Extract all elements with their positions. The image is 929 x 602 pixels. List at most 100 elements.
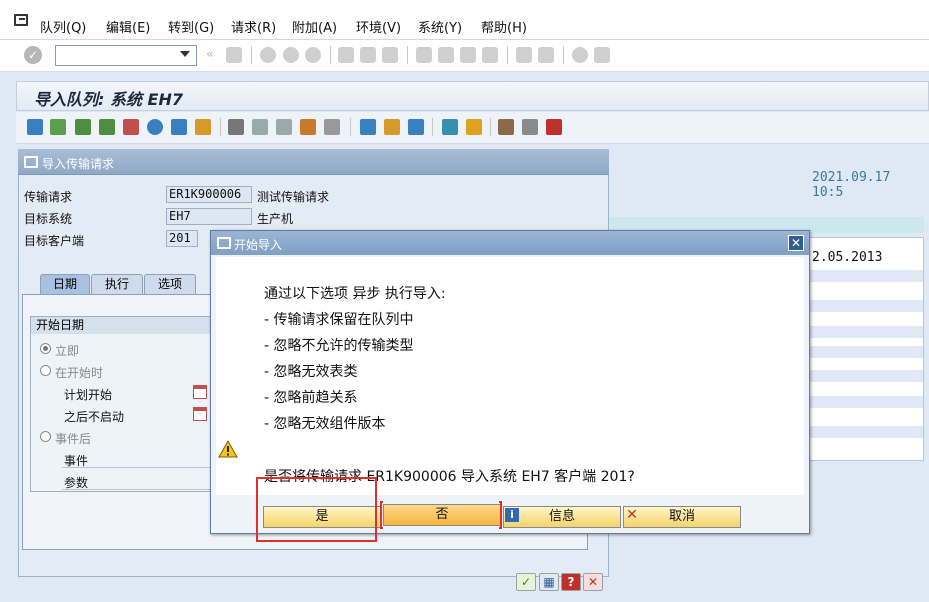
divider bbox=[350, 118, 351, 136]
dialog-line: - 传输请求保留在队列中 bbox=[264, 312, 414, 328]
chevron-down-icon[interactable] bbox=[180, 51, 190, 57]
window-icon bbox=[24, 156, 38, 168]
schedule-button-icon[interactable]: ▦ bbox=[539, 573, 559, 591]
print-icon[interactable] bbox=[338, 47, 354, 63]
target-client-field[interactable]: 201 bbox=[166, 230, 198, 247]
info-button[interactable]: 信息 bbox=[503, 506, 621, 528]
menu-edit[interactable]: 编辑(E) bbox=[106, 17, 150, 36]
users-icon[interactable] bbox=[324, 119, 340, 135]
cancel-icon[interactable] bbox=[305, 47, 321, 63]
menu-environment[interactable]: 环境(V) bbox=[356, 17, 401, 36]
page-title: 导入队列: 系统 EH7 bbox=[34, 90, 183, 109]
command-field[interactable] bbox=[55, 45, 197, 66]
list-row-date: 2.05.2013 bbox=[812, 250, 883, 265]
dialog-line: - 忽略无效组件版本 bbox=[264, 416, 386, 432]
option-after-event: 事件后 bbox=[55, 432, 92, 446]
warning-icon bbox=[218, 440, 238, 458]
field-label-request: 传输请求 bbox=[24, 190, 73, 204]
last-page-icon[interactable] bbox=[482, 47, 498, 63]
monitor-icon[interactable] bbox=[442, 119, 458, 135]
dialog-close-icon[interactable]: ✕ bbox=[788, 235, 804, 251]
group-icon[interactable] bbox=[300, 119, 316, 135]
book-icon[interactable] bbox=[498, 119, 514, 135]
back-icon[interactable] bbox=[260, 47, 276, 63]
question-icon[interactable] bbox=[546, 119, 562, 135]
next-page-icon[interactable] bbox=[460, 47, 476, 63]
divider bbox=[220, 118, 221, 136]
document-icon[interactable] bbox=[252, 119, 268, 135]
menu-request[interactable]: 请求(R) bbox=[231, 17, 276, 36]
calendar-icon[interactable] bbox=[193, 385, 207, 399]
truck-icon[interactable] bbox=[384, 119, 400, 135]
cancel-button[interactable]: 取消 bbox=[623, 506, 741, 528]
help-icon[interactable] bbox=[572, 47, 588, 63]
request-description: 测试传输请求 bbox=[257, 190, 330, 204]
option-at-start: 在开始时 bbox=[55, 366, 104, 380]
list-icon[interactable] bbox=[522, 119, 538, 135]
dialog-line: - 忽略前趋关系 bbox=[264, 390, 358, 406]
doc-list-icon[interactable] bbox=[276, 119, 292, 135]
previous-page-icon[interactable] bbox=[438, 47, 454, 63]
enter-icon[interactable]: ✓ bbox=[24, 46, 42, 64]
window-menu-icon[interactable] bbox=[14, 14, 28, 26]
close-icon[interactable]: ✕ bbox=[583, 573, 603, 591]
double-chevron-icon: « bbox=[206, 47, 214, 62]
option-planned-start: 计划开始 bbox=[64, 388, 113, 402]
info-icon: i bbox=[505, 508, 519, 522]
find-icon[interactable] bbox=[360, 47, 376, 63]
option-immediately: 立即 bbox=[55, 344, 80, 358]
search-icon[interactable] bbox=[147, 119, 163, 135]
divider bbox=[62, 489, 212, 490]
lock-icon[interactable] bbox=[360, 119, 376, 135]
layout-icon[interactable] bbox=[594, 47, 610, 63]
target-system-field[interactable]: EH7 bbox=[166, 208, 252, 225]
group-title: 开始日期 bbox=[31, 317, 219, 334]
schedule-icon[interactable] bbox=[466, 119, 482, 135]
focus-bracket-left bbox=[380, 501, 383, 529]
window-icon bbox=[217, 237, 231, 249]
filter-icon[interactable] bbox=[171, 119, 187, 135]
radio-after-event[interactable] bbox=[40, 431, 51, 442]
transport-icon[interactable] bbox=[408, 119, 424, 135]
sort-asc-icon[interactable] bbox=[75, 119, 91, 135]
divider bbox=[432, 118, 433, 136]
next-icon[interactable] bbox=[50, 119, 66, 135]
refresh-icon[interactable] bbox=[27, 119, 43, 135]
highlight-box bbox=[256, 477, 377, 542]
divider bbox=[407, 46, 408, 64]
confirm-icon[interactable]: ✓ bbox=[516, 573, 536, 591]
help-button-icon[interactable]: ? bbox=[561, 573, 581, 591]
new-session-icon[interactable] bbox=[516, 47, 532, 63]
tab-execute[interactable]: 执行 bbox=[91, 274, 143, 294]
dialog-line: - 忽略无效表类 bbox=[264, 364, 358, 380]
dialog-title: 开始导入 bbox=[234, 238, 283, 252]
sort-desc-icon[interactable] bbox=[99, 119, 115, 135]
find-next-icon[interactable] bbox=[382, 47, 398, 63]
focus-bracket-right bbox=[499, 501, 502, 529]
radio-immediately[interactable] bbox=[40, 343, 51, 354]
request-field[interactable]: ER1K900006 bbox=[166, 186, 252, 203]
no-button[interactable]: 否 bbox=[383, 504, 501, 526]
tab-date[interactable]: 日期 bbox=[40, 274, 90, 294]
divider bbox=[563, 46, 564, 64]
tab-options[interactable]: 选项 bbox=[144, 274, 196, 294]
list-header-date: 2021.09.17 10:5 bbox=[812, 170, 891, 200]
menu-system[interactable]: 系统(Y) bbox=[418, 17, 462, 36]
menu-help[interactable]: 帮助(H) bbox=[481, 17, 527, 36]
dialog-line: - 忽略不允许的传输类型 bbox=[264, 338, 414, 354]
glasses-icon[interactable] bbox=[228, 119, 244, 135]
import-icon[interactable] bbox=[195, 119, 211, 135]
cancel-icon: ✕ bbox=[626, 507, 638, 523]
menu-goto[interactable]: 转到(G) bbox=[168, 17, 214, 36]
select-icon[interactable] bbox=[123, 119, 139, 135]
menu-extras[interactable]: 附加(A) bbox=[292, 17, 337, 36]
shortcut-icon[interactable] bbox=[538, 47, 554, 63]
panel-title: 导入传输请求 bbox=[42, 157, 115, 171]
menu-queue[interactable]: 队列(Q) bbox=[40, 17, 86, 36]
save-icon[interactable] bbox=[226, 47, 242, 63]
calendar-icon[interactable] bbox=[193, 407, 207, 421]
first-page-icon[interactable] bbox=[416, 47, 432, 63]
exit-icon[interactable] bbox=[283, 47, 299, 63]
radio-at-start[interactable] bbox=[40, 365, 51, 376]
divider bbox=[62, 467, 212, 468]
